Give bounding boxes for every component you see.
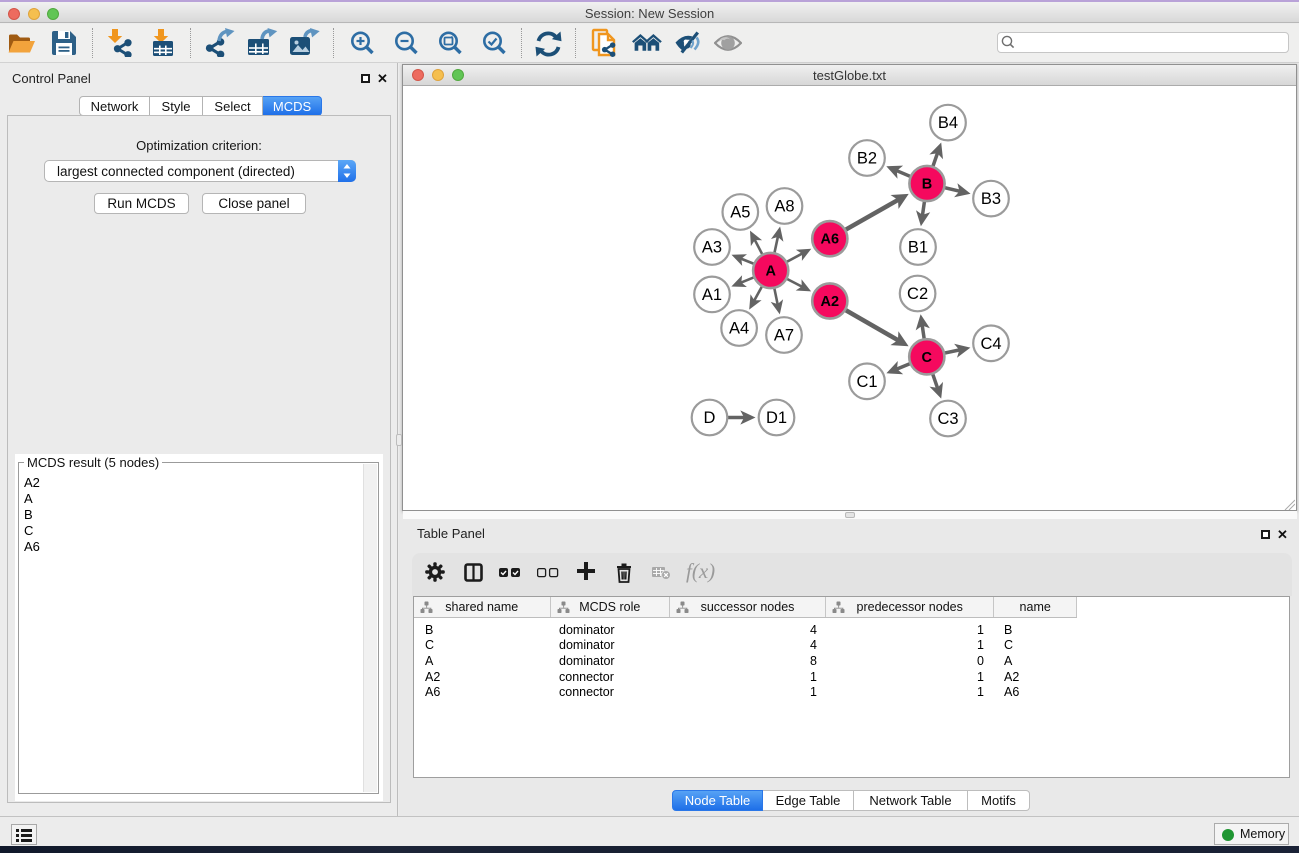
svg-text:D1: D1 bbox=[766, 409, 787, 427]
svg-text:B: B bbox=[922, 177, 932, 193]
svg-text:C3: C3 bbox=[937, 410, 958, 428]
svg-text:C: C bbox=[922, 350, 933, 366]
svg-text:D: D bbox=[704, 409, 716, 427]
svg-text:C1: C1 bbox=[856, 373, 877, 391]
svg-text:A7: A7 bbox=[774, 327, 794, 345]
svg-text:B2: B2 bbox=[857, 150, 877, 168]
svg-text:A3: A3 bbox=[702, 239, 722, 257]
svg-text:B1: B1 bbox=[908, 239, 928, 257]
svg-text:C2: C2 bbox=[907, 285, 928, 303]
svg-text:B3: B3 bbox=[981, 190, 1001, 208]
svg-text:A8: A8 bbox=[774, 198, 794, 216]
svg-text:A1: A1 bbox=[702, 286, 722, 304]
svg-text:A4: A4 bbox=[729, 320, 749, 338]
svg-text:A6: A6 bbox=[821, 232, 840, 248]
svg-text:C4: C4 bbox=[980, 335, 1001, 353]
svg-text:A: A bbox=[765, 264, 776, 280]
svg-text:A5: A5 bbox=[730, 204, 750, 222]
svg-text:A2: A2 bbox=[821, 294, 840, 310]
svg-text:B4: B4 bbox=[938, 114, 958, 132]
